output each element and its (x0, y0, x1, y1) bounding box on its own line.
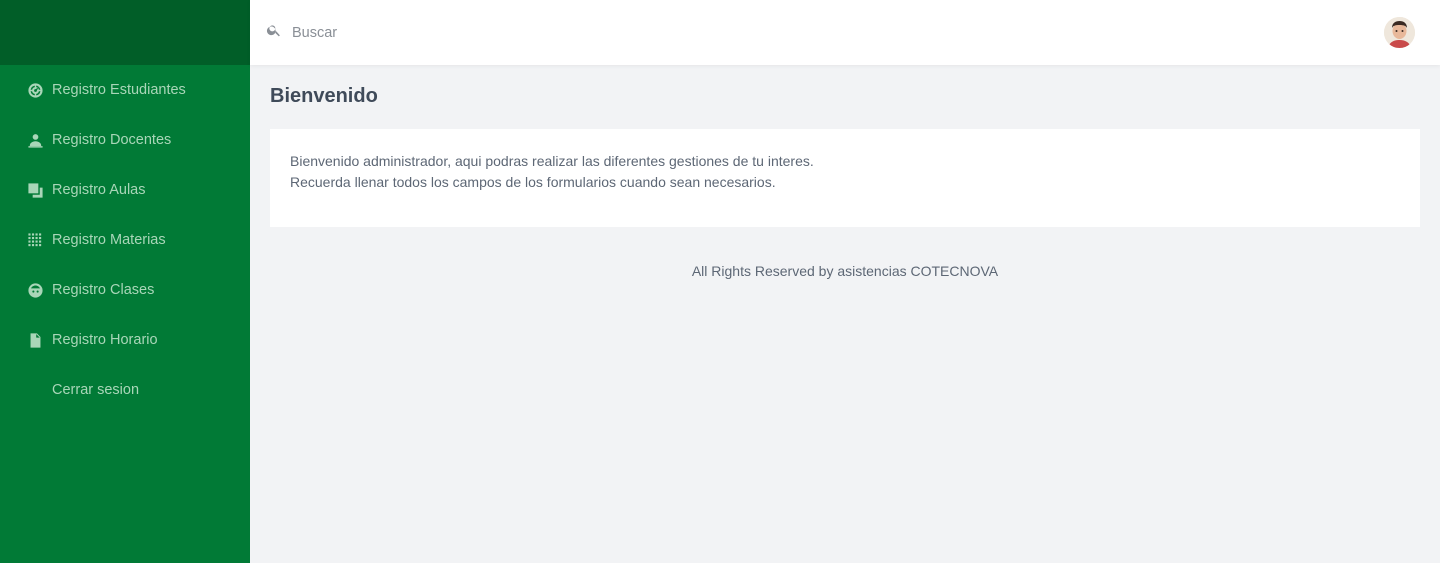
search-input[interactable] (292, 24, 692, 41)
sidebar-item-label: Registro Estudiantes (52, 82, 186, 98)
sidebar-item-label: Registro Clases (52, 282, 155, 298)
welcome-card: Bienvenido administrador, aqui podras re… (270, 129, 1420, 227)
sidebar-item-label: Registro Horario (52, 332, 158, 348)
welcome-text-line2: Recuerda llenar todos los campos de los … (290, 174, 776, 190)
copy-icon (26, 181, 44, 199)
sidebar-item-registro-aulas[interactable]: Registro Aulas (0, 165, 250, 215)
file-icon (26, 331, 44, 349)
search-icon[interactable] (266, 22, 282, 43)
user-icon (26, 131, 44, 149)
welcome-text-line1: Bienvenido administrador, aqui podras re… (290, 153, 814, 169)
sidebar-item-label: Registro Materias (52, 232, 166, 248)
sidebar-item-registro-clases[interactable]: Registro Clases (0, 265, 250, 315)
topbar (250, 0, 1440, 65)
sidebar-item-registro-docentes[interactable]: Registro Docentes (0, 115, 250, 165)
sidebar-item-registro-materias[interactable]: Registro Materias (0, 215, 250, 265)
sidebar-item-registro-horario[interactable]: Registro Horario (0, 315, 250, 365)
app-root: Registro Estudiantes Registro Docentes R… (0, 0, 1440, 563)
grid-icon (26, 231, 44, 249)
sidebar-item-label: Registro Docentes (52, 132, 172, 148)
face-icon (26, 281, 44, 299)
sidebar-item-label: Cerrar sesion (52, 382, 140, 398)
page-title: Bienvenido (270, 85, 378, 107)
avatar[interactable] (1384, 17, 1415, 48)
footer: All Rights Reserved by asistencias COTEC… (691, 263, 999, 279)
search-bar (266, 22, 692, 43)
sidebar-brand (0, 0, 250, 65)
main-content: Bienvenido Bienvenido administrador, aqu… (250, 65, 1440, 563)
sidebar: Registro Estudiantes Registro Docentes R… (0, 0, 250, 563)
sidebar-nav: Registro Estudiantes Registro Docentes R… (0, 65, 250, 415)
gauge-icon (26, 81, 44, 99)
sidebar-item-cerrar-sesion[interactable]: Cerrar sesion (0, 365, 250, 415)
sidebar-item-label: Registro Aulas (52, 182, 146, 198)
sidebar-item-registro-estudiantes[interactable]: Registro Estudiantes (0, 65, 250, 115)
